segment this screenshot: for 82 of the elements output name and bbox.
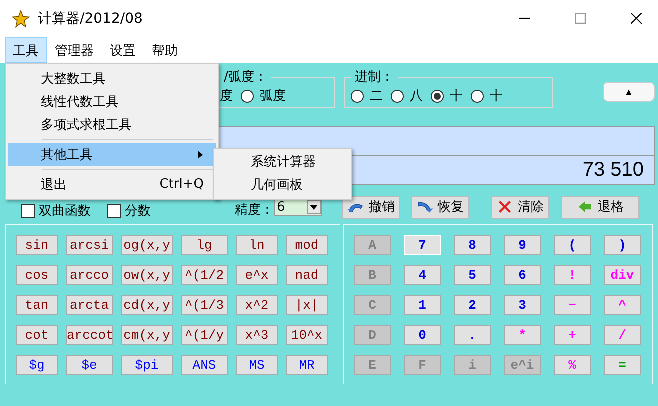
menu-item[interactable]: 工具 [5,37,47,63]
function-key[interactable]: ^(1/2 [181,265,228,285]
function-key[interactable]: arcta [66,295,113,315]
checkbox[interactable] [21,204,35,218]
menu-item[interactable]: 设置 [102,37,144,63]
action-button[interactable]: 退格 [561,196,639,218]
menu-item[interactable]: 其他工具 [8,143,216,166]
function-key[interactable]: ln [236,235,278,255]
close-icon[interactable] [631,13,642,24]
menu-item[interactable]: 多项式求根工具 [8,113,216,136]
function-key[interactable]: MR [286,355,328,375]
maximize-icon[interactable] [575,13,586,24]
keypad-key[interactable]: 1 [404,295,441,315]
radio-label: 弧度 [260,88,286,105]
radio-button[interactable] [431,90,444,102]
keypad-key[interactable]: 3 [504,295,541,315]
radio-label: 十 [490,88,503,105]
function-key[interactable]: cd(x,y [121,295,173,315]
keypad-key[interactable]: 2 [454,295,491,315]
function-key[interactable]: ow(x,y [121,265,173,285]
redo-arrow-icon [416,200,434,214]
submenu-arrow-icon [198,150,204,158]
radio-button[interactable] [351,90,364,102]
left-arrow-icon [576,200,594,214]
precision-label: 精度： [235,202,274,220]
function-key[interactable]: 10^x [286,325,328,345]
keypad-key[interactable]: 8 [454,235,491,255]
keypad-key[interactable]: 6 [504,265,541,285]
action-button[interactable]: 清除 [491,196,549,218]
radio-button[interactable] [241,90,254,102]
keypad-key[interactable]: 7 [404,235,441,255]
radio-button[interactable] [391,90,404,102]
keypad-key[interactable]: . [454,325,491,345]
function-key[interactable]: x^2 [236,295,278,315]
function-key[interactable]: ^(1/y [181,325,228,345]
keypad-key[interactable]: ) [604,235,641,255]
radio-button[interactable] [471,90,484,102]
keypad-key[interactable]: 0 [404,325,441,345]
star-icon [12,10,30,28]
checkbox-label: 分数 [125,203,151,220]
function-key[interactable]: cos [16,265,58,285]
function-key[interactable]: $g [16,355,58,375]
collapse-button[interactable]: ▲ [603,82,655,102]
function-key[interactable]: e^x [236,265,278,285]
keypad-key[interactable]: 9 [504,235,541,255]
radio-label: 二 [370,88,383,105]
function-key[interactable]: lg [181,235,228,255]
keypad-key[interactable]: 4 [404,265,441,285]
function-key[interactable]: ^(1/3 [181,295,228,315]
action-button[interactable]: 恢复 [411,196,469,218]
window-title: 计算器/2012/08 [38,10,143,28]
checkbox[interactable] [107,204,121,218]
function-key[interactable]: tan [16,295,58,315]
function-key[interactable]: |x| [286,295,328,315]
function-key[interactable]: nad [286,265,328,285]
x-mark-icon [496,200,514,214]
function-key[interactable]: x^3 [236,325,278,345]
function-key[interactable]: cm(x,y [121,325,173,345]
function-key[interactable]: cot [16,325,58,345]
keypad-key[interactable]: 5 [454,265,491,285]
menu-item[interactable]: 大整数工具 [8,67,216,90]
function-key[interactable]: arcco [66,265,113,285]
function-key[interactable]: ANS [181,355,228,375]
function-key[interactable]: $pi [121,355,173,375]
menu-item[interactable]: 线性代数工具 [8,90,216,113]
function-key[interactable]: $e [66,355,113,375]
keypad-key[interactable]: ( [554,235,591,255]
radio-label: 十 [450,88,463,105]
action-button[interactable]: 撤销 [342,196,400,218]
function-key[interactable]: mod [286,235,328,255]
function-key[interactable]: arccot [66,325,113,345]
function-key[interactable]: MS [236,355,278,375]
function-key[interactable]: arcsi [66,235,113,255]
group-legend: /弧度： [220,68,272,86]
radio-label: 八 [410,88,423,105]
function-key[interactable]: sin [16,235,58,255]
radio-label: 度 [220,88,233,105]
menu-item[interactable]: 帮助 [144,37,186,63]
checkbox-label: 双曲函数 [39,203,91,220]
menu-item[interactable]: 管理器 [47,37,102,63]
group-legend: 进制： [351,68,398,86]
function-key[interactable]: og(x,y [121,235,173,255]
